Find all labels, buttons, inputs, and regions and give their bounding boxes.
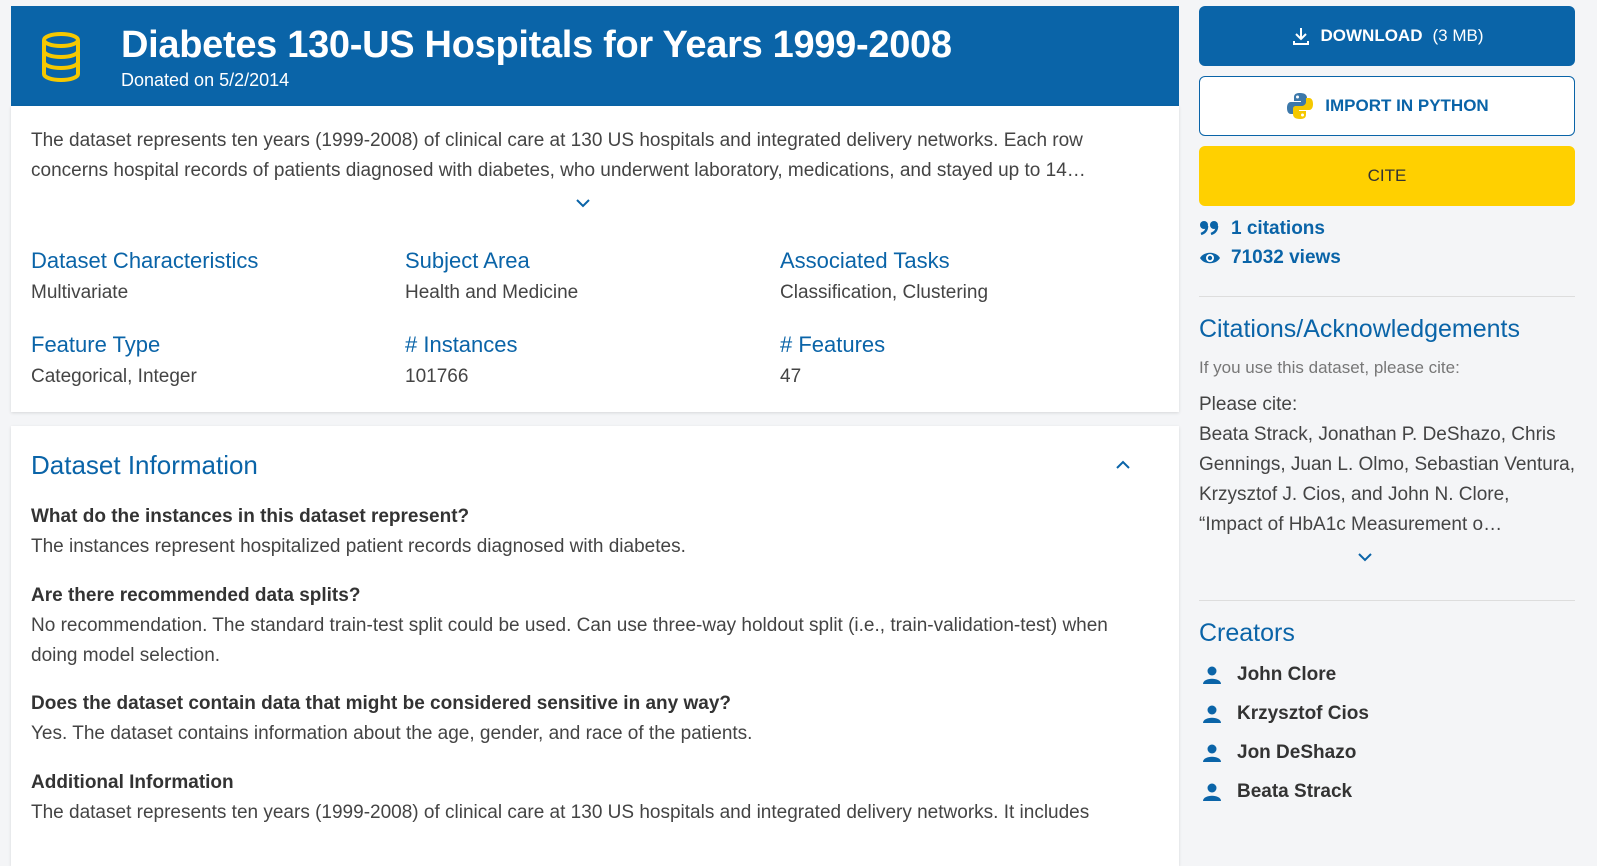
citation-text: Beata Strack, Jonathan P. DeShazo, Chris…	[1199, 424, 1576, 535]
database-icon	[42, 32, 80, 82]
dataset-information-heading[interactable]: Dataset Information	[31, 450, 258, 481]
creator-item[interactable]: Krzysztof Cios	[1203, 703, 1369, 725]
citations-stat[interactable]: 1 citations	[1199, 218, 1325, 240]
creators-heading: Creators	[1199, 619, 1295, 647]
creator-name: John Clore	[1237, 664, 1337, 685]
divider	[1199, 296, 1575, 297]
qa-item: Are there recommended data splits? No re…	[31, 581, 1141, 671]
subject-area-label: Subject Area	[405, 248, 530, 273]
dataset-title: Diabetes 130-US Hospitals for Years 1999…	[121, 24, 952, 66]
cite-hint: If you use this dataset, please cite:	[1199, 358, 1460, 377]
answer: No recommendation. The standard train-te…	[31, 615, 1108, 666]
cite-button[interactable]: CITE	[1199, 146, 1575, 206]
person-icon	[1203, 744, 1221, 762]
associated-tasks-label: Associated Tasks	[780, 248, 950, 273]
associated-tasks-cell: Associated Tasks Classification, Cluster…	[780, 248, 988, 304]
characteristics-cell: Dataset Characteristics Multivariate	[31, 248, 258, 304]
instances-label: # Instances	[405, 332, 518, 357]
question: Does the dataset contain data that might…	[31, 693, 732, 714]
dataset-information-card: Dataset Information What do the instance…	[11, 426, 1179, 866]
quote-icon	[1200, 221, 1219, 236]
creator-item[interactable]: John Clore	[1203, 664, 1336, 686]
please-cite-label: Please cite:	[1199, 394, 1298, 415]
answer: The instances represent hospitalized pat…	[31, 536, 686, 557]
answer: Yes. The dataset contains information ab…	[31, 723, 753, 744]
download-button[interactable]: DOWNLOAD (3 MB)	[1199, 6, 1575, 66]
person-icon	[1203, 705, 1221, 723]
dataset-header: Diabetes 130-US Hospitals for Years 1999…	[11, 6, 1179, 106]
main-column: Diabetes 130-US Hospitals for Years 1999…	[11, 6, 1179, 866]
python-icon	[1287, 93, 1314, 119]
chevron-up-icon[interactable]	[1115, 460, 1131, 470]
chevron-down-icon[interactable]	[1357, 552, 1373, 562]
instances-value: 101766	[405, 366, 469, 387]
features-value: 47	[780, 366, 802, 387]
download-size: (3 MB)	[1432, 26, 1484, 45]
eye-icon	[1200, 252, 1220, 264]
question: Additional Information	[31, 772, 234, 793]
dataset-description: The dataset represents ten years (1999-2…	[31, 130, 1086, 181]
associated-tasks-value: Classification, Clustering	[780, 282, 989, 303]
qa-item: Additional Information The dataset repre…	[31, 768, 1141, 828]
views-stat: 71032 views	[1199, 247, 1341, 269]
features-label: # Features	[780, 332, 886, 357]
features-cell: # Features 47	[780, 332, 885, 388]
person-icon	[1203, 783, 1221, 801]
creator-name: Jon DeShazo	[1237, 742, 1357, 763]
person-icon	[1203, 666, 1221, 684]
qa-item: Does the dataset contain data that might…	[31, 689, 1141, 749]
import-in-python-button[interactable]: IMPORT IN PYTHON	[1199, 76, 1575, 136]
feature-type-value: Categorical, Integer	[31, 366, 197, 387]
answer: The dataset represents ten years (1999-2…	[31, 802, 1090, 823]
chevron-down-icon[interactable]	[575, 198, 591, 208]
views-count: 71032 views	[1231, 247, 1341, 268]
creator-name: Krzysztof Cios	[1237, 703, 1369, 724]
cite-label: CITE	[1367, 166, 1407, 185]
citations-heading: Citations/Acknowledgements	[1199, 315, 1520, 343]
donated-date: Donated on 5/2/2014	[121, 70, 290, 90]
question: What do the instances in this dataset re…	[31, 506, 470, 527]
download-label: DOWNLOAD	[1320, 26, 1423, 45]
import-label: IMPORT IN PYTHON	[1325, 96, 1489, 115]
creator-item[interactable]: Jon DeShazo	[1203, 742, 1356, 764]
characteristics-label: Dataset Characteristics	[31, 248, 259, 273]
characteristics-value: Multivariate	[31, 282, 129, 303]
subject-area-value: Health and Medicine	[405, 282, 579, 303]
creator-item[interactable]: Beata Strack	[1203, 781, 1352, 803]
download-icon	[1292, 28, 1309, 45]
creator-name: Beata Strack	[1237, 781, 1353, 802]
feature-type-label: Feature Type	[31, 332, 161, 357]
subject-area-cell: Subject Area Health and Medicine	[405, 248, 578, 304]
instances-cell: # Instances 101766	[405, 332, 518, 388]
feature-type-cell: Feature Type Categorical, Integer	[31, 332, 197, 388]
divider	[1199, 600, 1575, 601]
question: Are there recommended data splits?	[31, 585, 361, 606]
qa-item: What do the instances in this dataset re…	[31, 502, 1141, 562]
citations-count: 1 citations	[1231, 218, 1325, 239]
summary-card: The dataset represents ten years (1999-2…	[11, 106, 1179, 412]
